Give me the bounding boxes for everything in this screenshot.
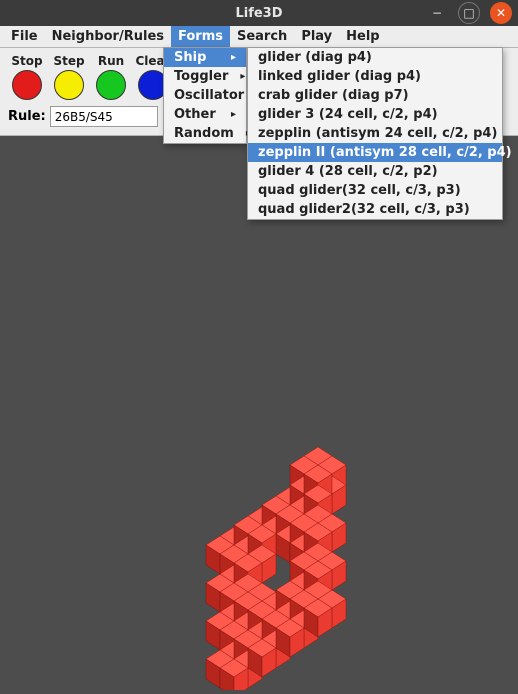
ship-item-label: quad glider2(32 cell, c/3, p3) <box>258 202 470 217</box>
ship-item-label: crab glider (diag p7) <box>258 88 409 103</box>
rule-label: Rule: <box>8 109 46 124</box>
ship-item-5[interactable]: zepplin II (antisym 28 cell, c/2, p4) <box>248 143 502 162</box>
cellular-automaton-shape <box>152 420 372 680</box>
ship-item-1[interactable]: linked glider (diag p4) <box>248 67 502 86</box>
run-label: Run <box>98 54 124 68</box>
ship-item-0[interactable]: glider (diag p4) <box>248 48 502 67</box>
ship-item-3[interactable]: glider 3 (24 cell, c/2, p4) <box>248 105 502 124</box>
menu-file[interactable]: File <box>4 26 45 47</box>
forms-item-label: Ship <box>174 50 206 65</box>
window-title: Life3D <box>235 6 282 21</box>
run-icon <box>96 70 126 100</box>
maximize-button[interactable]: □ <box>458 2 480 24</box>
submenu-arrow-icon: ▸ <box>240 71 245 82</box>
menu-play[interactable]: Play <box>294 26 339 47</box>
ship-item-label: glider 3 (24 cell, c/2, p4) <box>258 107 438 122</box>
submenu-arrow-icon: ▸ <box>231 52 236 63</box>
step-button[interactable]: Step <box>50 54 88 100</box>
menu-neighbor-rules[interactable]: Neighbor/Rules <box>45 26 171 47</box>
stop-icon <box>12 70 42 100</box>
menu-forms[interactable]: Forms <box>171 26 230 47</box>
step-icon <box>54 70 84 100</box>
ship-item-label: zepplin (antisym 24 cell, c/2, p4) <box>258 126 497 141</box>
ship-item-label: glider 4 (28 cell, c/2, p2) <box>258 164 438 179</box>
forms-menu: Ship▸Toggler▸Oscillator▸Other▸Random▸ <box>163 47 247 144</box>
menu-search[interactable]: Search <box>230 26 294 47</box>
forms-item-label: Toggler <box>174 69 228 84</box>
ship-item-label: zepplin II (antisym 28 cell, c/2, p4) <box>258 145 512 160</box>
ship-item-8[interactable]: quad glider2(32 cell, c/3, p3) <box>248 200 502 219</box>
stop-button[interactable]: Stop <box>8 54 46 100</box>
close-button[interactable]: ✕ <box>490 2 512 24</box>
ship-item-label: quad glider(32 cell, c/3, p3) <box>258 183 461 198</box>
ship-item-7[interactable]: quad glider(32 cell, c/3, p3) <box>248 181 502 200</box>
ship-item-label: linked glider (diag p4) <box>258 69 421 84</box>
submenu-arrow-icon: ▸ <box>231 109 236 120</box>
ship-item-4[interactable]: zepplin (antisym 24 cell, c/2, p4) <box>248 124 502 143</box>
minimize-button[interactable]: − <box>426 2 448 24</box>
forms-item-other[interactable]: Other ▸ <box>164 105 246 124</box>
ship-submenu: glider (diag p4) linked glider (diag p4) c… <box>247 47 503 220</box>
stop-label: Stop <box>11 54 42 68</box>
titlebar: Life3D − □ ✕ <box>0 0 518 26</box>
forms-item-label: Oscillator <box>174 88 244 103</box>
viewport-3d[interactable] <box>0 155 518 626</box>
forms-item-toggler[interactable]: Toggler ▸ <box>164 67 246 86</box>
forms-item-ship[interactable]: Ship ▸ <box>164 48 246 67</box>
rule-input[interactable] <box>50 106 158 127</box>
forms-item-random[interactable]: Random▸ <box>164 124 246 143</box>
step-label: Step <box>53 54 84 68</box>
forms-item-label: Random <box>174 126 234 141</box>
run-button[interactable]: Run <box>92 54 130 100</box>
ship-item-label: glider (diag p4) <box>258 50 372 65</box>
ship-item-6[interactable]: glider 4 (28 cell, c/2, p2) <box>248 162 502 181</box>
forms-item-label: Other <box>174 107 216 122</box>
menubar: FileNeighbor/RulesFormsSearchPlayHelp <box>0 26 518 48</box>
forms-item-oscillator[interactable]: Oscillator▸ <box>164 86 246 105</box>
ship-item-2[interactable]: crab glider (diag p7) <box>248 86 502 105</box>
menu-help[interactable]: Help <box>339 26 386 47</box>
